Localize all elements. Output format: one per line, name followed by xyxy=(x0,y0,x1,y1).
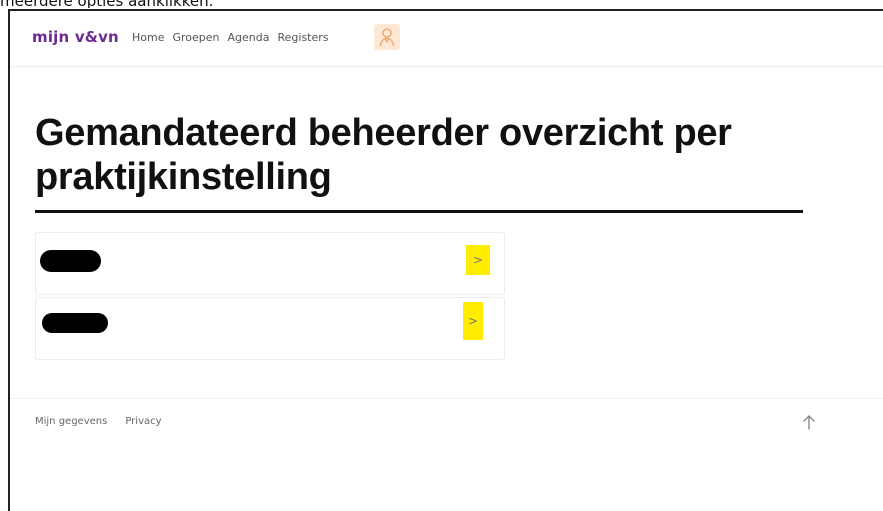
nav-groepen[interactable]: Groepen xyxy=(172,31,219,44)
footer-link-privacy[interactable]: Privacy xyxy=(125,416,161,427)
nav-agenda[interactable]: Agenda xyxy=(228,31,270,44)
user-avatar[interactable] xyxy=(374,24,400,50)
user-icon xyxy=(379,28,395,47)
nav-home[interactable]: Home xyxy=(132,31,164,44)
page-footer: Mijn gegevens Privacy xyxy=(10,398,883,459)
redacted-name xyxy=(42,313,108,333)
organisation-list: > > xyxy=(35,232,505,362)
footer-link-mijn-gegevens[interactable]: Mijn gegevens xyxy=(35,416,107,427)
footer-links: Mijn gegevens Privacy xyxy=(35,416,162,427)
main-nav: Home Groepen Agenda Registers xyxy=(132,31,329,44)
screenshot: meerdere opties aanklikken. mijn v&vn Ho… xyxy=(0,0,883,511)
nav-registers[interactable]: Registers xyxy=(278,31,329,44)
list-item-2[interactable]: > xyxy=(35,297,505,360)
title-underline xyxy=(35,210,803,213)
arrow-up-icon[interactable] xyxy=(802,414,816,430)
page-title: Gemandateerd beheerder overzicht per pra… xyxy=(35,112,732,198)
list-item-1[interactable]: > xyxy=(35,232,505,295)
site-logo[interactable]: mijn v&vn xyxy=(32,28,119,46)
redacted-name xyxy=(40,250,101,272)
browser-window: mijn v&vn Home Groepen Agenda Registers … xyxy=(8,9,883,511)
top-navbar: mijn v&vn Home Groepen Agenda Registers xyxy=(10,11,883,67)
chevron-right-icon[interactable]: > xyxy=(463,302,483,340)
chevron-right-icon[interactable]: > xyxy=(466,245,490,275)
cropped-caption: meerdere opties aanklikken. xyxy=(0,0,213,8)
